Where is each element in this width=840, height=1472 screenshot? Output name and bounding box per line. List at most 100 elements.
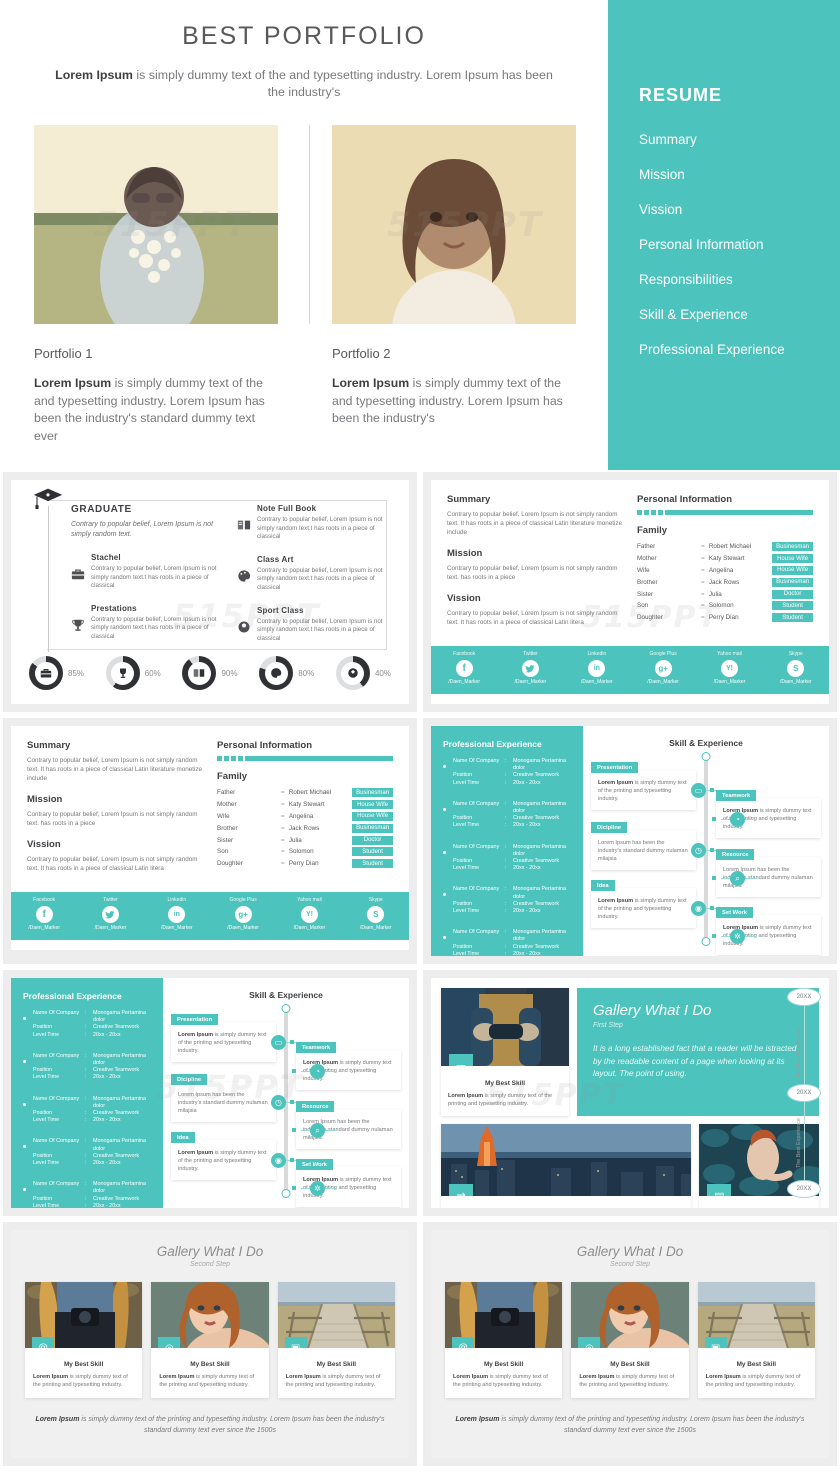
briefcase-icon: [40, 669, 52, 678]
experience-value: 20xx - 20xx: [513, 865, 541, 872]
experience-key: Position: [453, 772, 473, 779]
gallery-card[interactable]: ▣ My Best Skill Lorem Ipsum is simply du…: [277, 1282, 395, 1398]
skill-card-presentation[interactable]: Presentation Lorem Ipsum is simply dummy…: [171, 1014, 276, 1062]
sidebar-item-summary[interactable]: Summary: [639, 132, 840, 147]
skill-card-idea[interactable]: Idea Lorem Ipsum is simply dummy text of…: [171, 1132, 276, 1180]
social-item-twitter[interactable]: Twitter /Daen_Marker: [497, 646, 563, 694]
social-item-facebook[interactable]: Facebook f /Daen_Marker: [11, 892, 77, 940]
social-item-google-plus[interactable]: Google Plus g+ /Daen_Marker: [630, 646, 696, 694]
status-badge: Doctor: [772, 589, 813, 599]
monitor-icon: ▭: [449, 1054, 473, 1066]
social-item-yahoo[interactable]: Yahoo mail Y! /Daen_Marker: [276, 892, 342, 940]
gallery-card[interactable]: @ My Best Skill Lorem Ipsum is simply du…: [445, 1282, 563, 1398]
skill-card-dicipline[interactable]: Dicipline Lorem Ipsum has been the indus…: [591, 822, 696, 870]
experience-key: Name Of Company: [33, 1181, 80, 1188]
social-item-twitter[interactable]: Twitter /Daen_Marker: [77, 892, 143, 940]
contact-icon: ▣: [284, 1337, 307, 1348]
experience-colon: :: [85, 1052, 87, 1059]
portfolio-desc-bold-2: Lorem Ipsum: [332, 376, 410, 390]
social-item-linkedin[interactable]: Linkedin in /Daen_Marker: [144, 892, 210, 940]
social-label: Twitter: [103, 897, 118, 903]
summary-slide-2[interactable]: Summary Contrary to popular belief, Lore…: [11, 726, 409, 950]
gallery-second-step: Second Step: [189, 1261, 231, 1268]
experience-value: Creative Teamwork: [513, 815, 560, 822]
sidebar-item-mission[interactable]: Mission: [639, 167, 840, 182]
experience-key: Name Of Company: [453, 800, 500, 807]
portfolio-card-2[interactable]: 515PPT Portfolio 2 Lorem Ipsum is simply…: [332, 125, 576, 428]
experience-line: Name Of Company: Monogama Pertamina dolor: [453, 929, 573, 943]
experience-line: Level Time:20xx - 20xx: [33, 1203, 153, 1208]
gallery-card[interactable]: ▣ My Best Skill Lorem Ipsum is simply du…: [697, 1282, 815, 1398]
table-row: Brother = Jack Rows Businesman: [217, 822, 393, 834]
skill-tag: Teamwork: [716, 790, 757, 801]
gallery-second-slide-2[interactable]: Gallery What I Do Second Step @ My Best …: [431, 1230, 829, 1458]
gallery-card[interactable]: ◎ My Best Skill Lorem Ipsum is simply du…: [571, 1282, 689, 1398]
skill-rest: Lorem Ipsum has been the industry's stan…: [598, 840, 688, 862]
gallery-photo-bridge: ▣: [697, 1282, 815, 1348]
summary-slide-wrapper-2: Summary Contrary to popular belief, Lore…: [3, 718, 417, 964]
experience-line: Name Of Company: Monogama Pertamina dolor: [453, 844, 573, 858]
experience-value: 20xx - 20xx: [93, 1202, 121, 1208]
experience-line: Position: Creative Teamwork: [453, 772, 573, 779]
gallery-card-title: My Best Skill: [484, 1080, 526, 1087]
skill-card-idea[interactable]: Idea Lorem Ipsum is simply dummy text of…: [591, 880, 696, 928]
gallery-first-slide[interactable]: ▭ My Best Skill Lorem Ipsum is simply du…: [431, 978, 829, 1208]
experience-item: Name Of Company: Monogama Pertamina dolor…: [23, 1053, 153, 1082]
experience-line: Position: Creative Teamwork: [33, 1196, 153, 1203]
timeline-marker: [290, 1040, 294, 1044]
gallery-card-bold: Lorem Ipsum: [453, 1374, 489, 1380]
family-relation: Son: [637, 602, 649, 610]
social-item-yahoo[interactable]: Yahoo mail Y! /Daen_Marker: [696, 646, 762, 694]
stat-item: 80%: [259, 656, 314, 690]
timeline-marker: [712, 876, 716, 880]
social-item-linkedin[interactable]: Linkedin in /Daen_Marker: [564, 646, 630, 694]
social-handle: /Daen_Marker: [779, 679, 812, 685]
bar-fill: [665, 510, 813, 515]
stat-item: 60%: [105, 656, 161, 690]
experience-line: Name Of Company: Monogama Pertamina dolor: [453, 886, 573, 900]
gallery-card-strategy[interactable]: ⇄ Strategy Lorem Ipsum is simply dummy t…: [441, 1124, 692, 1208]
gallery-second-slide-1[interactable]: Gallery What I Do Second Step @ My Best …: [11, 1230, 409, 1458]
sidebar-item-responsibilities[interactable]: Responsibilities: [639, 272, 840, 287]
progress-ring: [259, 656, 294, 690]
progress-ring: [105, 656, 140, 690]
gallery-card-best-skill[interactable]: ▭ My Best Skill Lorem Ipsum is simply du…: [441, 988, 569, 1116]
section-text-vission: Contrary to popular belief, Lorem Ipsum …: [447, 610, 618, 626]
professional-experience-slide-2[interactable]: Professional Experience Name Of Company:…: [11, 978, 409, 1208]
window-icon: ▤: [707, 1184, 732, 1196]
graduate-block-text: Contrary to popular belief, Lorem Ipsum …: [257, 617, 383, 642]
family-relation: Mother: [637, 555, 657, 563]
clock-icon: ◷: [691, 843, 706, 858]
social-item-google-plus[interactable]: Google Plus g+ /Daen_Marker: [210, 892, 276, 940]
experience-colon: :: [85, 1024, 87, 1031]
skill-card-dicipline[interactable]: Dicipline Lorem Ipsum has been the indus…: [171, 1074, 276, 1122]
professional-slide-wrapper-2: Professional Experience Name Of Company:…: [3, 970, 417, 1216]
gallery-card[interactable]: ◎ My Best Skill Lorem Ipsum is simply du…: [151, 1282, 269, 1398]
family-sep: =: [280, 801, 285, 809]
hero-subtitle-bold: Lorem Ipsum: [55, 68, 133, 82]
sidebar-item-skill-experience[interactable]: Skill & Experience: [639, 307, 840, 322]
timeline-marker: [290, 1100, 294, 1104]
stat-label: 85%: [68, 668, 85, 678]
portfolio-card-1[interactable]: 515PPT Portfolio 1 Lorem Ipsum is simply…: [34, 125, 278, 445]
gallery-card[interactable]: @ My Best Skill Lorem Ipsum is simply du…: [25, 1282, 143, 1398]
experience-value: Creative Teamwork: [513, 858, 560, 865]
family-sep: =: [280, 836, 285, 844]
professional-experience-slide[interactable]: Professional Experience Name Of Company:…: [431, 726, 829, 956]
skill-card-presentation[interactable]: Presentation Lorem Ipsum is simply dummy…: [591, 762, 696, 810]
graduate-slide[interactable]: GRADUATE Contrary to popular belief, Lor…: [11, 480, 409, 704]
bar-segment: [658, 510, 663, 515]
experience-colon: :: [85, 1152, 87, 1159]
social-item-facebook[interactable]: Facebook f /Daen_Marker: [431, 646, 497, 694]
sidebar-item-personal-information[interactable]: Personal Information: [639, 237, 840, 252]
sidebar-item-professional-experience[interactable]: Professional Experience: [639, 342, 840, 357]
gallery-second-title: Gallery What I Do: [576, 1244, 684, 1259]
graduate-vertical-line: [48, 506, 49, 652]
monitor-icon: ▭: [691, 783, 706, 798]
sidebar-item-vission[interactable]: Vission: [639, 202, 840, 217]
social-item-skype[interactable]: Skype S /Daen_Marker: [343, 892, 409, 940]
graduate-block-text: Contrary to popular belief, Lorem Ipsum …: [257, 566, 383, 591]
experience-colon: :: [505, 858, 507, 865]
social-item-skype[interactable]: Skype S /Daen_Marker: [763, 646, 829, 694]
summary-slide[interactable]: Summary Contrary to popular belief, Lore…: [431, 480, 829, 704]
